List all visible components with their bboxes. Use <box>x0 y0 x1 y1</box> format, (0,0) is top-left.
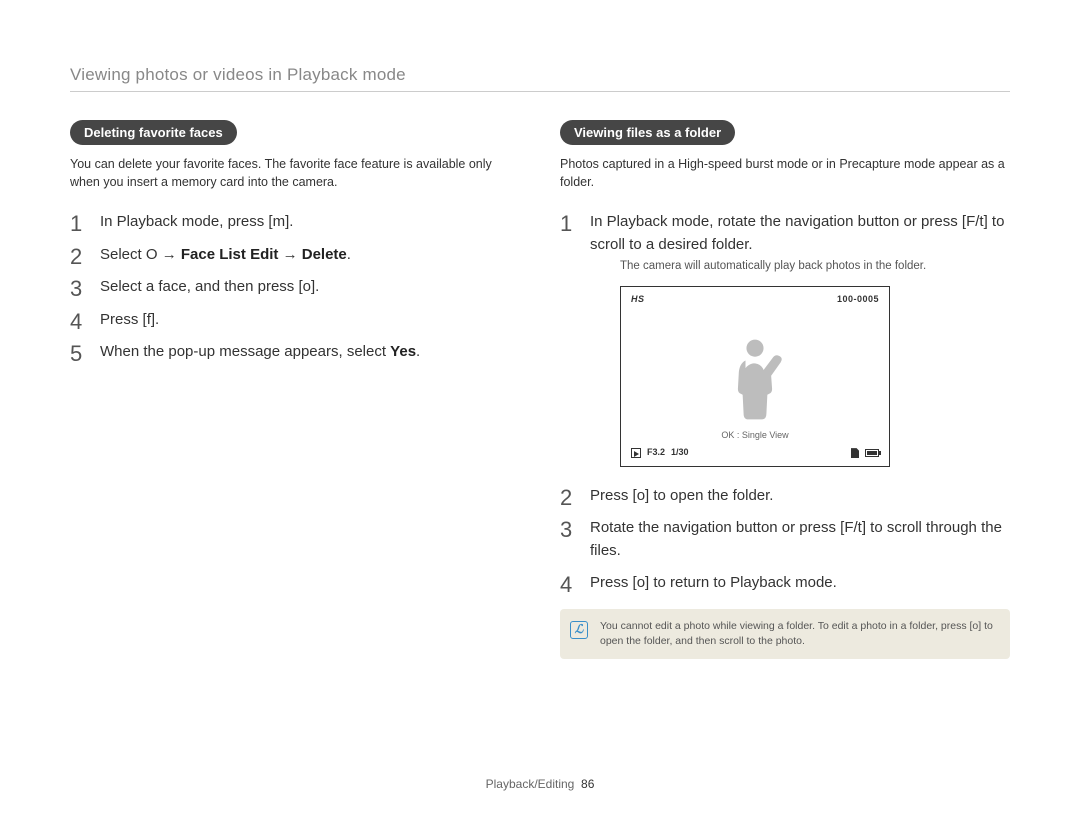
right-steps: In Playback mode, rotate the navigation … <box>560 211 1010 595</box>
left-steps: In Playback mode, press [m]. Select O → … <box>70 211 520 364</box>
text: ]. <box>151 311 159 328</box>
page-title: Viewing photos or videos in Playback mod… <box>70 65 1010 85</box>
left-step-3: Select a face, and then press [o]. <box>70 276 520 299</box>
text: Press [ <box>590 574 637 591</box>
text: . <box>416 343 420 360</box>
note-icon: ℒ <box>570 621 588 639</box>
right-column: Viewing files as a folder Photos capture… <box>560 120 1010 659</box>
bold-face-list-edit: Face List Edit <box>181 246 279 263</box>
bold-delete: Delete <box>302 246 347 263</box>
text: Select <box>100 246 146 263</box>
right-step-1-note: The camera will automatically play back … <box>620 258 1010 274</box>
sd-card-icon <box>851 448 859 458</box>
key-F: F <box>844 519 853 536</box>
screen-bottom-row: F3.2 1/30 <box>629 442 881 462</box>
right-step-3: Rotate the navigation button or press [F… <box>560 517 1010 562</box>
page-footer: Playback/Editing 86 <box>0 777 1080 791</box>
left-step-5: When the pop-up message appears, select … <box>70 341 520 364</box>
key-o: o <box>637 574 645 591</box>
title-rule <box>70 91 1010 92</box>
left-step-4: Press [f]. <box>70 309 520 332</box>
shutter-label: 1/30 <box>671 446 689 460</box>
text: In Playback mode, press [ <box>100 213 273 230</box>
lcd-preview: HS 100-0005 OK : Single View F3.2 1/3 <box>620 286 890 467</box>
footer-section: Playback/Editing <box>486 777 575 791</box>
ok-single-view-label: OK : Single View <box>629 429 881 443</box>
key-o: o <box>303 278 311 295</box>
text: Select a face, and then press [ <box>100 278 303 295</box>
battery-icon <box>865 449 879 457</box>
heading-viewing-files-as-folder: Viewing files as a folder <box>560 120 735 145</box>
screen-viewport <box>629 309 881 427</box>
right-step-4: Press [o] to return to Playback mode. <box>560 572 1010 595</box>
mode-hs-icon: HS <box>631 293 645 307</box>
arrow-icon: → <box>278 246 301 263</box>
text: Press [ <box>100 311 147 328</box>
text: ]. <box>285 213 293 230</box>
text: When the pop-up message appears, select <box>100 343 390 360</box>
note-box: ℒ You cannot edit a photo while viewing … <box>560 609 1010 659</box>
text: Press [ <box>590 487 637 504</box>
text: In Playback mode, rotate the navigation … <box>590 213 966 230</box>
text: . <box>347 246 351 263</box>
left-intro: You can delete your favorite faces. The … <box>70 155 520 191</box>
right-step-1: In Playback mode, rotate the navigation … <box>560 211 1010 467</box>
footer-page-number: 86 <box>581 777 594 791</box>
text: ] to open the folder. <box>645 487 773 504</box>
play-icon <box>631 448 641 458</box>
left-step-1: In Playback mode, press [m]. <box>70 211 520 234</box>
arrow-icon: → <box>158 246 181 263</box>
text: Rotate the navigation button or press [ <box>590 519 844 536</box>
screen-top-row: HS 100-0005 <box>629 293 881 309</box>
right-step-2: Press [o] to open the folder. <box>560 485 1010 508</box>
right-intro: Photos captured in a High-speed burst mo… <box>560 155 1010 191</box>
person-silhouette-icon <box>726 332 784 427</box>
fstop-label: F3.2 <box>647 446 665 460</box>
key-F: F <box>966 213 975 230</box>
key-m: m <box>273 213 286 230</box>
key-o: o <box>637 487 645 504</box>
text: ]. <box>311 278 319 295</box>
left-step-2: Select O → Face List Edit → Delete. <box>70 244 520 267</box>
left-column: Deleting favorite faces You can delete y… <box>70 120 520 659</box>
file-number: 100-0005 <box>837 293 879 307</box>
bold-yes: Yes <box>390 343 416 360</box>
note-text-a: You cannot edit a photo while viewing a … <box>600 620 972 632</box>
content-columns: Deleting favorite faces You can delete y… <box>70 120 1010 659</box>
icon-O: O <box>146 246 158 263</box>
heading-deleting-favorite-faces: Deleting favorite faces <box>70 120 237 145</box>
text: ] to return to Playback mode. <box>645 574 837 591</box>
